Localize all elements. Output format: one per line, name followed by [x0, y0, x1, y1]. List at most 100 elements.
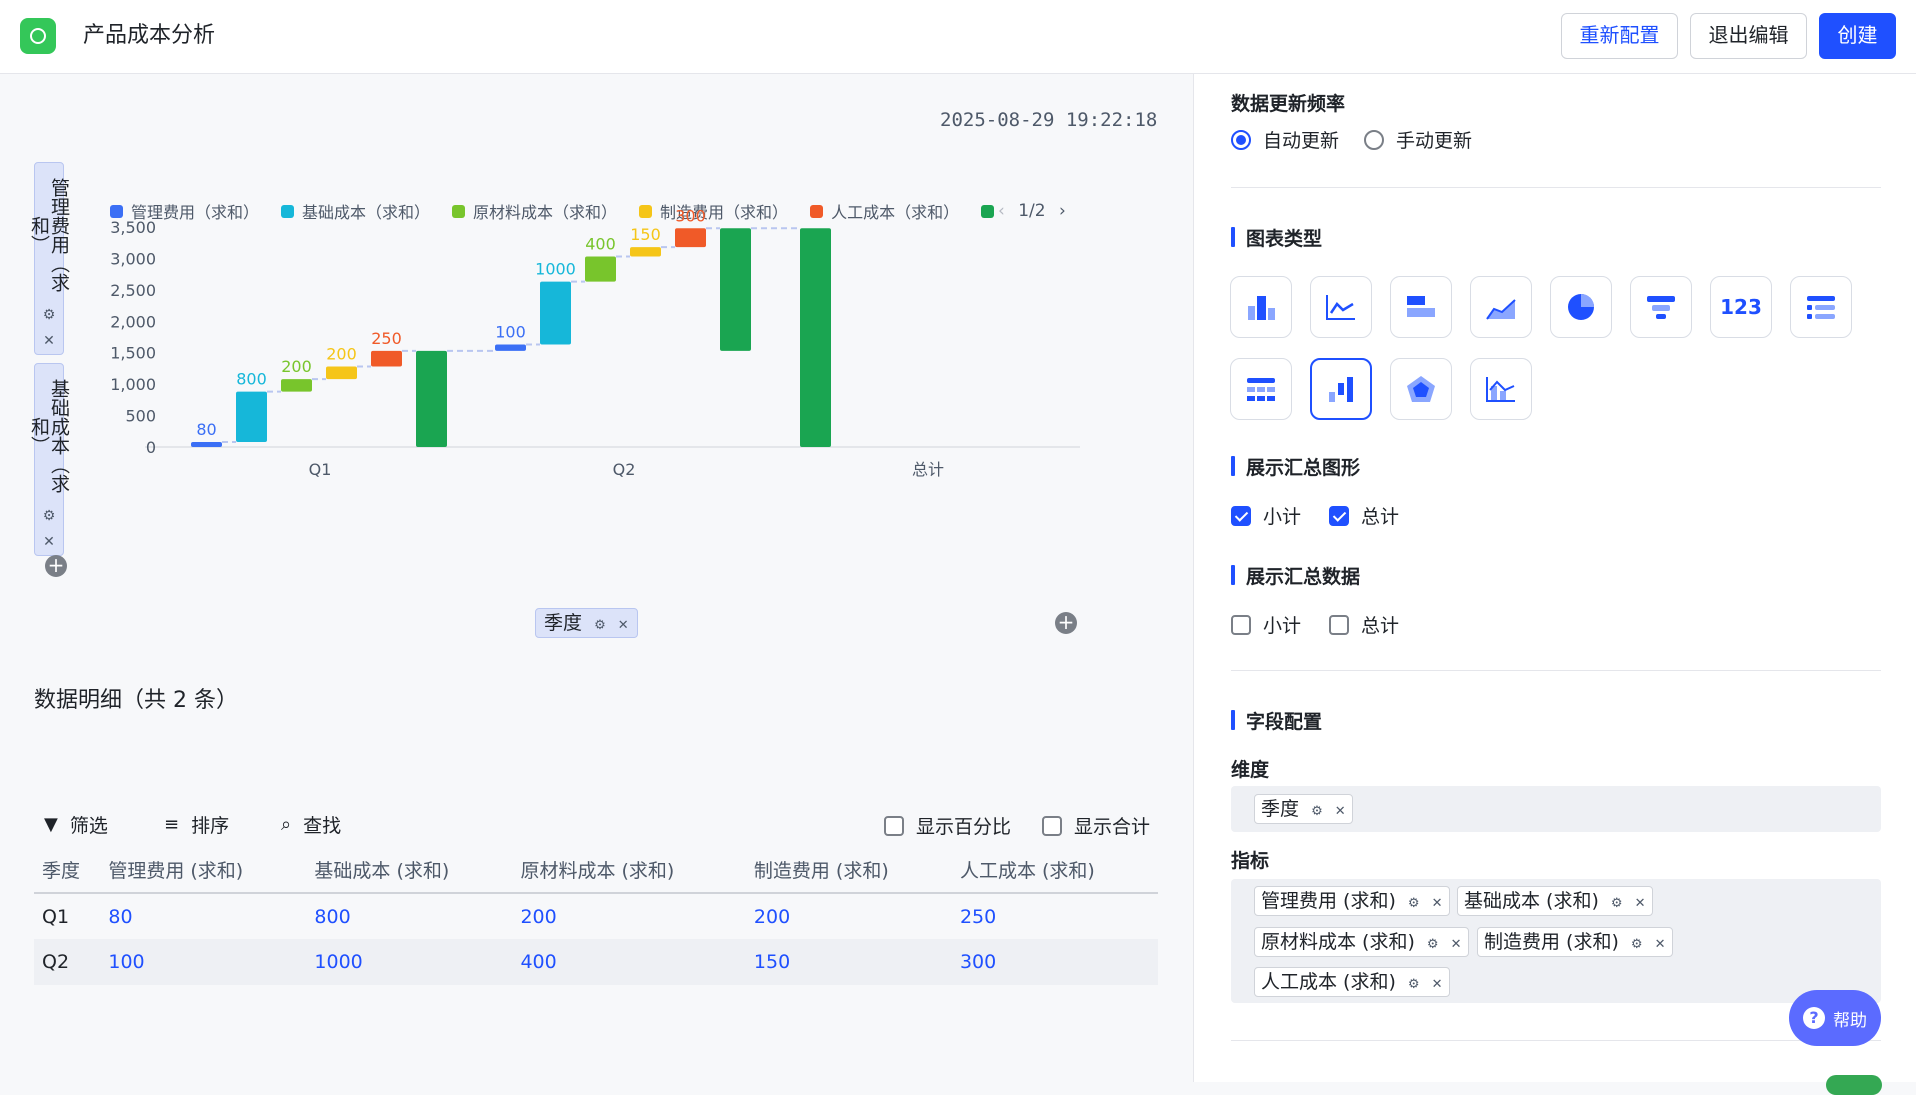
auto-update-option[interactable]: 自动更新 [1231, 126, 1339, 153]
data-total-checkbox[interactable] [1329, 614, 1349, 635]
create-button[interactable]: 创建 [1819, 13, 1896, 59]
close-icon[interactable]: ✕ [618, 618, 629, 633]
dimension-field-box[interactable]: 季度 ⚙ ✕ [1231, 786, 1881, 832]
gear-icon[interactable]: ⚙ [1631, 937, 1643, 952]
table-cell: 150 [745, 939, 952, 985]
close-icon[interactable]: ✕ [1635, 896, 1646, 911]
shape-subtotal-label: 小计 [1263, 506, 1302, 528]
add-measure-icon[interactable]: + [45, 555, 67, 577]
column-header[interactable]: 制造费用 (求和) [745, 846, 952, 894]
help-icon: ? [1803, 1007, 1825, 1029]
x-dimension-label: 季度 [544, 612, 583, 634]
gear-icon[interactable]: ⚙ [1408, 896, 1420, 911]
data-label: 250 [371, 329, 402, 348]
reconfigure-button[interactable]: 重新配置 [1561, 13, 1678, 59]
list-icon[interactable] [1790, 276, 1852, 338]
show-total-checkbox[interactable] [1042, 815, 1062, 836]
subtotal-bar [720, 228, 751, 351]
waterfall-icon[interactable] [1310, 358, 1372, 420]
manual-update-radio[interactable] [1364, 129, 1384, 150]
table-icon[interactable] [1230, 358, 1292, 420]
section-marker [1231, 565, 1235, 585]
show-percent-toggle[interactable]: 显示百分比 [884, 812, 1011, 839]
table-cell: 1000 [306, 939, 513, 985]
measure-chip[interactable]: 管理费用 (求和) ⚙ ✕ [1254, 886, 1450, 916]
auto-update-radio[interactable] [1231, 129, 1251, 150]
measure-chip[interactable]: 人工成本 (求和) ⚙ ✕ [1254, 967, 1450, 997]
section-marker [1231, 456, 1235, 476]
auto-update-label: 自动更新 [1263, 130, 1340, 152]
horizontal-bar-icon[interactable] [1390, 276, 1452, 338]
measure-field-box[interactable]: 管理费用 (求和) ⚙ ✕ 基础成本 (求和) ⚙ ✕ 原材料成本 (求和) ⚙… [1231, 879, 1881, 1003]
column-header[interactable]: 管理费用 (求和) [100, 846, 307, 894]
section-marker [1231, 710, 1235, 730]
column-header[interactable]: 原材料成本 (求和) [512, 846, 746, 894]
waterfall-bar [326, 366, 357, 380]
measure-chip[interactable]: 原材料成本 (求和) ⚙ ✕ [1254, 927, 1469, 957]
funnel-icon[interactable] [1630, 276, 1692, 338]
radar-icon[interactable] [1390, 358, 1452, 420]
area-chart-icon[interactable] [1470, 276, 1532, 338]
measure-chip-label: 基础成本 (求和) [1464, 890, 1599, 912]
y-tick-label: 500 [125, 407, 156, 426]
dimension-chip[interactable]: 季度 ⚙ ✕ [1254, 794, 1353, 824]
x-dimension-tag[interactable]: 季度 ⚙ ✕ [535, 608, 638, 638]
measure-chip-label: 原材料成本 (求和) [1261, 931, 1415, 953]
data-subtotal-label: 小计 [1263, 615, 1302, 637]
pie-chart-icon[interactable] [1550, 276, 1612, 338]
measure-chip[interactable]: 基础成本 (求和) ⚙ ✕ [1457, 886, 1653, 916]
close-icon[interactable]: ✕ [43, 532, 55, 552]
data-total-option[interactable]: 总计 [1329, 611, 1399, 638]
shape-total-option[interactable]: 总计 [1329, 502, 1399, 529]
shape-subtotal-option[interactable]: 小计 [1231, 502, 1301, 529]
gear-icon[interactable]: ⚙ [43, 506, 56, 526]
waterfall-bar [236, 391, 267, 442]
data-subtotal-option[interactable]: 小计 [1231, 611, 1301, 638]
line-chart-icon[interactable] [1310, 276, 1372, 338]
combo-chart-icon[interactable] [1470, 358, 1532, 420]
toggle-switch[interactable] [1826, 1075, 1882, 1095]
show-total-label: 显示合计 [1074, 816, 1151, 838]
sort-button[interactable]: ≡ 排序 [164, 811, 229, 838]
shape-total-checkbox[interactable] [1329, 505, 1349, 526]
show-percent-checkbox[interactable] [884, 815, 904, 836]
shape-subtotal-checkbox[interactable] [1231, 505, 1251, 526]
data-label: 100 [495, 323, 526, 342]
measure-chip[interactable]: 制造费用 (求和) ⚙ ✕ [1477, 927, 1673, 957]
gear-icon[interactable]: ⚙ [1311, 804, 1323, 819]
close-icon[interactable]: ✕ [1655, 937, 1666, 952]
close-icon[interactable]: ✕ [1432, 896, 1443, 911]
data-subtotal-checkbox[interactable] [1231, 614, 1251, 635]
chart-pane: 2025-08-29 19:22:18 管理费用（求和） ⚙ ✕ 基础成本（求和… [0, 74, 1192, 1082]
gear-icon[interactable]: ⚙ [1427, 937, 1439, 952]
summary-shape-title: 展示汇总图形 [1246, 457, 1361, 479]
waterfall-bar [630, 247, 661, 257]
help-button[interactable]: ? 帮助 [1789, 990, 1881, 1046]
find-button[interactable]: ⌕ 查找 [281, 811, 341, 838]
data-label: 400 [585, 235, 616, 254]
find-label: 查找 [303, 815, 342, 837]
exit-edit-button[interactable]: 退出编辑 [1690, 13, 1807, 59]
column-header[interactable]: 人工成本 (求和) [951, 846, 1158, 894]
y-tick-label: 2,000 [110, 312, 156, 331]
gear-icon[interactable]: ⚙ [1611, 896, 1623, 911]
shape-total-label: 总计 [1361, 506, 1400, 528]
close-icon[interactable]: ✕ [1451, 937, 1462, 952]
number-card-icon[interactable]: 123 [1710, 276, 1772, 338]
table-row: Q2 100 1000 400 150 300 [34, 939, 1158, 985]
add-dimension-icon[interactable]: + [1055, 612, 1077, 634]
filter-icon: ▼ [44, 814, 58, 835]
gear-icon[interactable]: ⚙ [594, 618, 606, 633]
column-header[interactable]: 基础成本 (求和) [306, 846, 513, 894]
bar-chart-icon[interactable] [1230, 276, 1292, 338]
filter-button[interactable]: ▼ 筛选 [44, 811, 108, 838]
gear-icon[interactable]: ⚙ [1408, 977, 1420, 992]
app-logo-icon [20, 18, 56, 54]
field-config-title: 字段配置 [1246, 711, 1323, 733]
close-icon[interactable]: ✕ [1432, 977, 1443, 992]
close-icon[interactable]: ✕ [1335, 804, 1346, 819]
waterfall-bar [371, 350, 402, 367]
manual-update-option[interactable]: 手动更新 [1364, 126, 1472, 153]
column-header[interactable]: 季度 [34, 846, 101, 894]
show-total-toggle[interactable]: 显示合计 [1042, 812, 1150, 839]
